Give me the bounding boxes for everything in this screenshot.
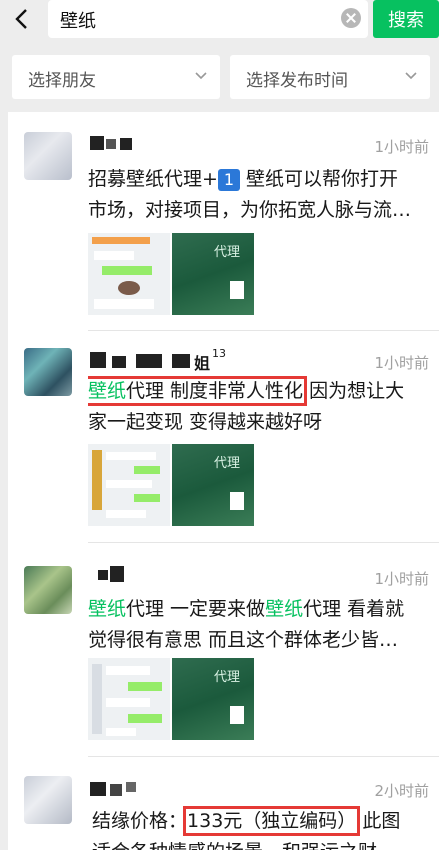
moment-post[interactable]: 1小时前 壁纸代理 一定要来做壁纸代理 看着就 觉得很有意思 而且这个群体老少皆… (8, 544, 439, 758)
clear-icon[interactable] (341, 8, 361, 28)
post-text: 招募壁纸代理+ 1 壁纸可以帮你打开 市场，对接项目，为你拓宽人脉与流… (88, 168, 412, 221)
keyword-highlight: 壁纸 (88, 380, 127, 402)
post-time: 1小时前 (374, 138, 429, 156)
avatar[interactable] (24, 776, 72, 824)
moments-results-list: 1小时前 招募壁纸代理+ 1 壁纸可以帮你打开 市场，对接项目，为你拓宽人脉与流…… (8, 112, 439, 850)
friend-filter-dropdown[interactable]: 选择朋友 (12, 55, 220, 99)
keyword-highlight: 壁纸 (265, 598, 304, 620)
moment-post[interactable]: 姐 13 1小时前 壁纸代理 制度非常人性化 因为想让大 家一起变现 变得越来越… (8, 332, 439, 544)
highlight-box: 壁纸代理 制度非常人性化 (88, 376, 308, 406)
avatar[interactable] (24, 348, 72, 396)
search-button[interactable]: 搜索 (373, 0, 439, 38)
divider (88, 756, 439, 757)
search-query[interactable]: 壁纸 (60, 7, 96, 33)
image-thumbnail[interactable]: 代理 (172, 233, 254, 315)
avatar[interactable] (24, 132, 72, 180)
time-filter-dropdown[interactable]: 选择发布时间 (230, 55, 430, 99)
search-input[interactable]: 壁纸 (48, 0, 368, 38)
divider (88, 330, 439, 331)
post-time: 1小时前 (374, 354, 429, 372)
image-thumbnail[interactable]: 代理 (172, 444, 254, 526)
moment-post[interactable]: 2小时前 结缘价格：133元（独立编码） 此图 适合各种情感的场景一和强运之财 (8, 758, 439, 850)
image-thumbnail[interactable] (88, 658, 170, 740)
image-thumbnail[interactable] (88, 233, 170, 315)
divider (88, 542, 439, 543)
filter-row: 选择朋友 选择发布时间 (0, 46, 439, 104)
number-one-emoji: 1 (217, 169, 240, 191)
search-bar: 壁纸 搜索 (0, 0, 439, 42)
chevron-down-icon (195, 72, 207, 80)
time-filter-label: 选择发布时间 (246, 71, 348, 91)
image-thumbnail[interactable]: 代理 (172, 658, 254, 740)
avatar[interactable] (24, 566, 72, 614)
post-time: 1小时前 (374, 570, 429, 588)
chevron-down-icon (405, 72, 417, 80)
keyword-highlight: 壁纸 (88, 598, 127, 620)
post-text: 结缘价格：133元（独立编码） 此图 适合各种情感的场景一和强运之财 (92, 806, 401, 850)
highlight-box: 133元（独立编码） (183, 806, 361, 836)
post-text: 壁纸代理 制度非常人性化 因为想让大 家一起变现 变得越来越好呀 (88, 376, 405, 433)
image-thumbnail[interactable] (88, 444, 170, 526)
back-arrow-icon[interactable] (10, 6, 36, 32)
friend-filter-label: 选择朋友 (28, 71, 96, 91)
moment-post[interactable]: 1小时前 招募壁纸代理+ 1 壁纸可以帮你打开 市场，对接项目，为你拓宽人脉与流…… (8, 112, 439, 332)
post-time: 2小时前 (374, 782, 429, 800)
post-text: 壁纸代理 一定要来做壁纸代理 看着就 觉得很有意思 而且这个群体老少皆… (88, 598, 405, 651)
